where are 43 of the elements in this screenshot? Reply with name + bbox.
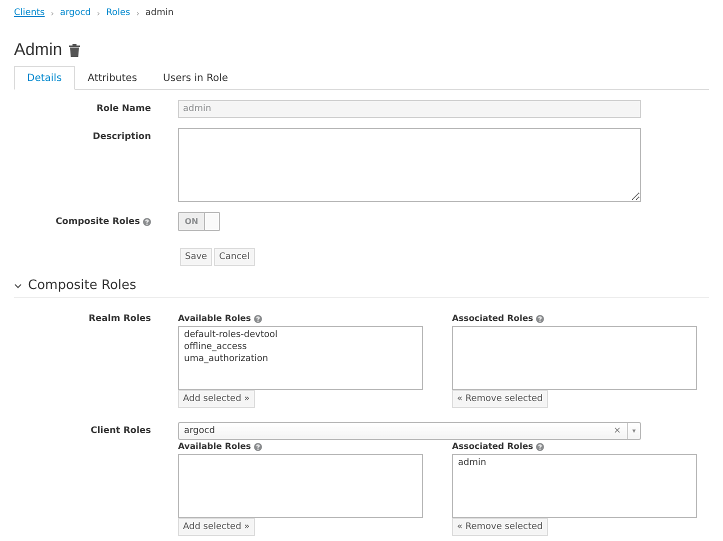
list-option[interactable]: offline_access [184, 341, 417, 353]
help-icon[interactable] [143, 218, 151, 226]
available-roles-list[interactable] [178, 454, 423, 518]
breadcrumb-current: admin [145, 8, 174, 18]
field-label: Client Roles [90, 425, 152, 438]
available-roles-list[interactable]: default-roles-devtool offline_access uma_authorization [178, 326, 423, 390]
help-icon[interactable] [536, 315, 544, 323]
list-label: Available Roles [178, 442, 251, 452]
help-icon[interactable] [254, 443, 262, 451]
remove-selected-button[interactable]: « Remove selected [452, 390, 548, 408]
tab[interactable]: Users in Role [150, 66, 242, 90]
list-option[interactable]: admin [458, 457, 691, 469]
breadcrumb-link[interactable]: argocd [60, 8, 91, 18]
associated-roles-list[interactable] [452, 326, 697, 390]
breadcrumb-link[interactable]: Roles [106, 8, 130, 18]
help-icon[interactable] [254, 315, 262, 323]
field-label: Role Name [95, 103, 152, 116]
breadcrumb-separator: › [136, 8, 140, 18]
list-option[interactable]: default-roles-devtool [184, 329, 417, 341]
remove-selected-button[interactable]: « Remove selected [452, 518, 548, 536]
list-label: Available Roles [178, 314, 251, 324]
field-label: Description [92, 131, 152, 144]
page-title: Admin [14, 40, 62, 60]
section-title: Composite Roles [28, 278, 136, 293]
add-selected-button[interactable]: Add selected » [178, 390, 255, 408]
field-label: Realm Roles [88, 313, 152, 326]
trash-icon[interactable] [69, 44, 80, 56]
breadcrumb-separator: › [96, 8, 100, 18]
form-button[interactable]: Save [180, 248, 212, 266]
help-icon[interactable] [536, 443, 544, 451]
tab[interactable]: Attributes [74, 66, 150, 90]
field-label: Composite Roles [56, 216, 140, 228]
list-label: Associated Roles [452, 314, 534, 324]
list-option[interactable]: uma_authorization [184, 353, 417, 365]
list-label: Associated Roles [452, 442, 534, 452]
add-selected-button[interactable]: Add selected » [178, 518, 255, 536]
associated-roles-list[interactable]: admin [452, 454, 697, 518]
breadcrumb-separator: › [50, 8, 54, 18]
chevron-icon[interactable] [14, 282, 22, 288]
tab[interactable]: Details [14, 66, 75, 90]
description-field[interactable] [178, 128, 641, 202]
form-button[interactable]: Cancel [214, 248, 255, 266]
breadcrumb-link[interactable]: Clients [14, 8, 45, 18]
